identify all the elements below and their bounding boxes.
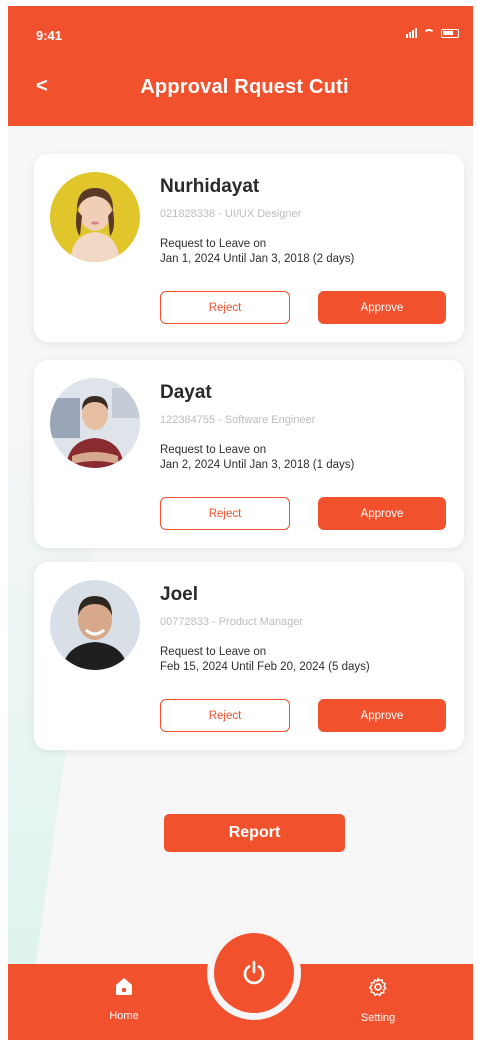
reject-button[interactable]: Reject (160, 699, 290, 732)
request-label: Request to Leave on (160, 646, 267, 658)
nav-setting[interactable]: Setting (338, 976, 418, 1024)
approve-button[interactable]: Approve (318, 291, 446, 324)
approve-button[interactable]: Approve (318, 699, 446, 732)
request-card: Joel 00772833 - Product Manager Request … (34, 562, 464, 750)
power-icon (243, 960, 265, 985)
employee-name: Nurhidayat (160, 176, 260, 197)
nav-setting-label: Setting (360, 1012, 396, 1024)
request-label: Request to Leave on (160, 444, 267, 456)
reject-button[interactable]: Reject (160, 497, 290, 530)
employee-name: Joel (160, 584, 199, 605)
power-button-ring (207, 926, 301, 1020)
header: 9:41 < Approval Rquest Cuti (8, 6, 473, 126)
request-card: Nurhidayat 021828338 - UI/UX Designer Re… (34, 154, 464, 342)
signal-icon (406, 28, 417, 38)
page-title: Approval Rquest Cuti (140, 76, 349, 98)
power-button[interactable] (214, 933, 294, 1013)
app-screen: 9:41 < Approval Rquest Cuti Nurhidayat 0 (8, 6, 473, 1040)
employee-name: Dayat (160, 382, 212, 403)
report-button[interactable]: Report (164, 814, 345, 852)
employee-meta: 00772833 - Product Manager (160, 616, 304, 628)
avatar (50, 378, 140, 468)
home-icon (116, 978, 132, 995)
approve-button[interactable]: Approve (318, 497, 446, 530)
gear-icon (369, 977, 387, 997)
status-icons (406, 28, 459, 38)
status-time: 9:41 (36, 28, 63, 43)
request-dates: Jan 1, 2024 Until Jan 3, 2018 (2 days) (160, 253, 355, 265)
nav-home-label: Home (109, 1010, 139, 1022)
reject-button[interactable]: Reject (160, 291, 290, 324)
employee-meta: 122384755 - Software Engineer (160, 414, 316, 426)
battery-icon (441, 28, 459, 38)
avatar (50, 580, 140, 670)
request-card: Dayat 122384755 - Software Engineer Requ… (34, 360, 464, 548)
avatar (50, 172, 140, 262)
request-dates: Feb 15, 2024 Until Feb 20, 2024 (5 days) (160, 661, 370, 673)
request-dates: Jan 2, 2024 Until Jan 3, 2018 (1 days) (160, 459, 355, 471)
request-label: Request to Leave on (160, 238, 267, 250)
employee-meta: 021828338 - UI/UX Designer (160, 208, 302, 220)
wifi-icon (423, 28, 435, 38)
nav-home[interactable]: Home (84, 976, 164, 1022)
